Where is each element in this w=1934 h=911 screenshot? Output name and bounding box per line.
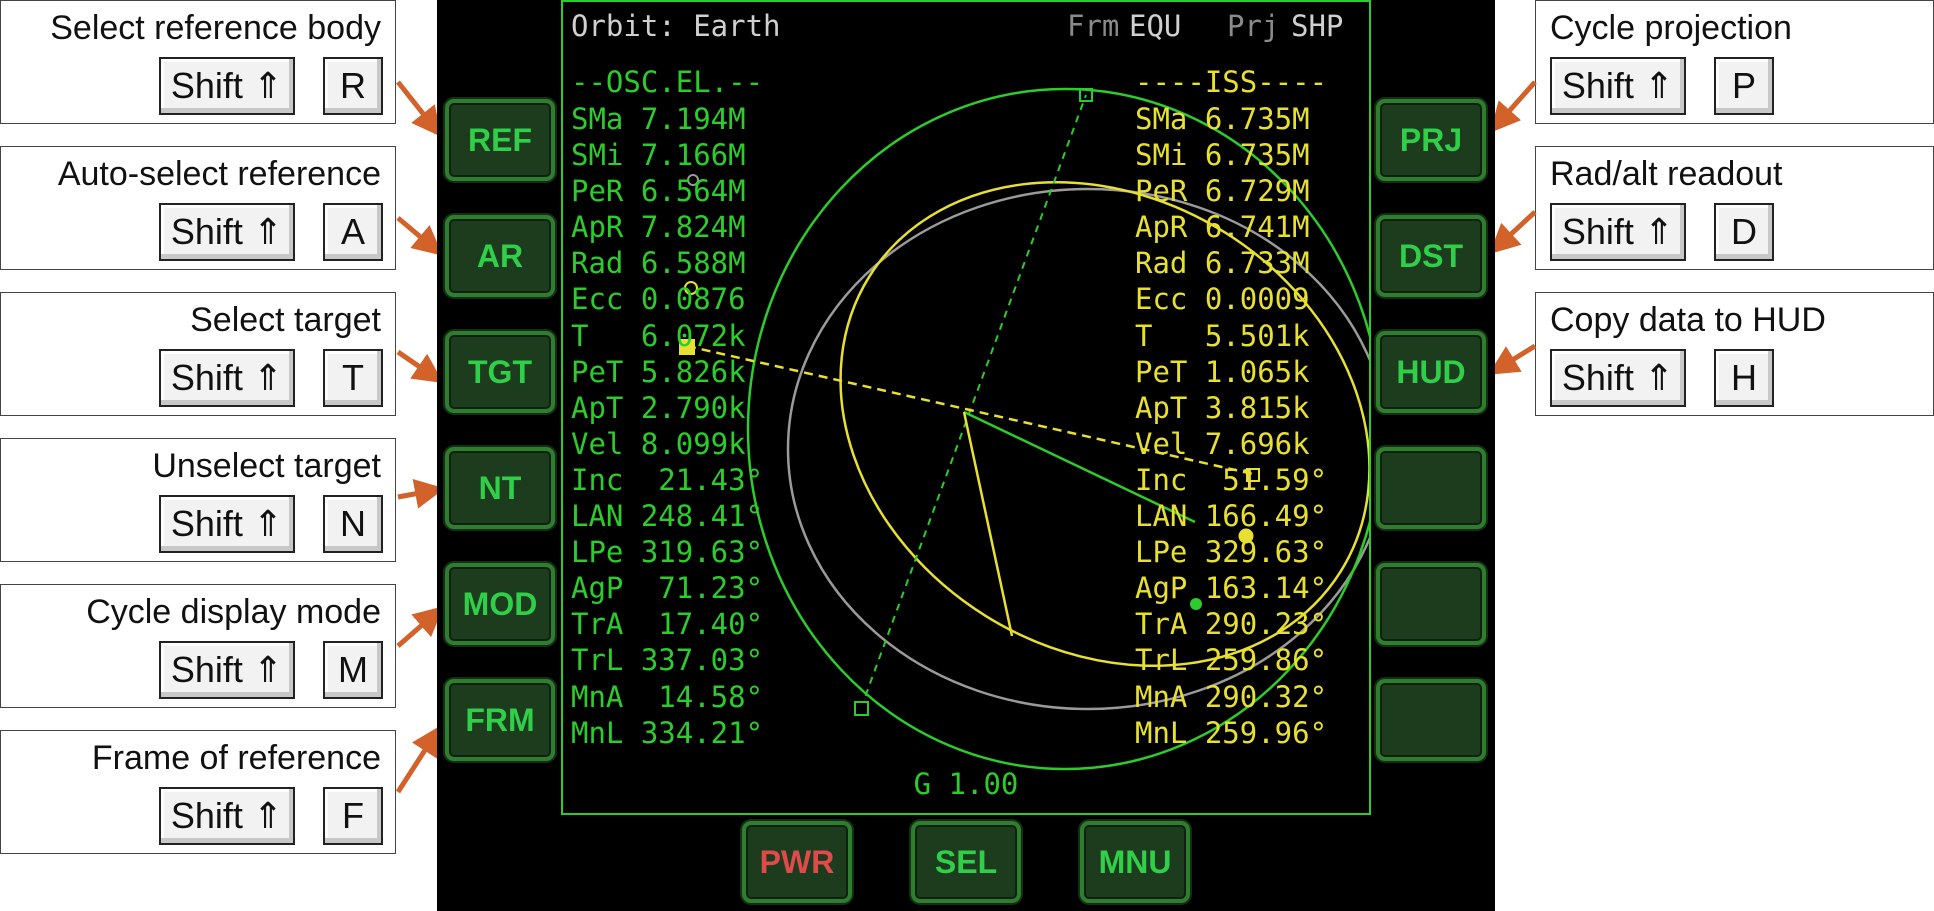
target-row: T 5.501k: [1135, 318, 1310, 353]
target-row: LAN 166.49°: [1135, 499, 1328, 534]
sel-button[interactable]: SEL: [911, 821, 1021, 903]
target-row: TrA 290.23°: [1135, 607, 1328, 642]
osc-row: Rad 6.588M: [571, 246, 746, 281]
arrow-frm: [395, 725, 441, 794]
blank-button-6[interactable]: [1376, 679, 1486, 761]
mfd-panel: REF AR TGT NT MOD FRM PRJ DST HUD PWR SE…: [437, 0, 1495, 911]
prj-button[interactable]: PRJ: [1376, 99, 1486, 181]
osc-row: MnL 334.21°: [571, 715, 764, 750]
osc-row: Ecc 0.0876: [571, 282, 746, 317]
blank-button-5[interactable]: [1376, 563, 1486, 645]
ar-button[interactable]: AR: [445, 215, 555, 297]
osc-row: SMa 7.194M: [571, 102, 746, 136]
orbit-title: Orbit: Earth: [571, 9, 781, 43]
tgt-button[interactable]: TGT: [445, 331, 555, 413]
target-row: LPe 329.63°: [1135, 535, 1328, 570]
mfd-screen: Orbit: Earth Frm EQU Prj SHP --OSC.EL.--…: [561, 0, 1371, 815]
arrow-dst: [1489, 210, 1537, 255]
frame-value: EQU: [1129, 9, 1182, 43]
osc-row: LPe 319.63°: [571, 535, 764, 570]
dst-button[interactable]: DST: [1376, 215, 1486, 297]
osc-row: TrA 17.40°: [571, 607, 764, 642]
frm-button[interactable]: FRM: [445, 679, 555, 761]
target-row: SMa 6.735M: [1135, 102, 1310, 136]
target-row: Inc 51.59°: [1135, 462, 1328, 497]
arrow-hud: [1488, 343, 1537, 375]
osc-row: T 6.072k: [571, 318, 746, 353]
arrow-prj: [1490, 80, 1537, 133]
blank-button-4[interactable]: [1376, 447, 1486, 529]
mod-button[interactable]: MOD: [445, 563, 555, 645]
osc-row: TrL 337.03°: [571, 643, 764, 678]
osc-elements-list: SMa 7.194M SMi 7.166M PeR 6.564M ApR 7.8…: [571, 101, 763, 751]
arrow-tgt: [396, 349, 444, 384]
target-row: ApR 6.741M: [1135, 210, 1310, 245]
osc-row: Inc 21.43°: [571, 462, 764, 497]
nt-button[interactable]: NT: [445, 447, 555, 529]
projection-label: Prj: [1227, 9, 1280, 43]
osc-row: SMi 7.166M: [571, 138, 746, 173]
osc-row: Vel 8.099k: [571, 426, 746, 461]
osc-row: LAN 248.41°: [571, 499, 764, 534]
target-row: MnA 290.32°: [1135, 679, 1328, 714]
osc-elements-header: --OSC.EL.--: [571, 65, 764, 99]
projection-value: SHP: [1291, 9, 1344, 43]
target-row: PeT 1.065k: [1135, 354, 1310, 389]
target-header: ----ISS----: [1135, 65, 1328, 99]
target-radius-line: [962, 411, 1014, 637]
target-elements-list: SMa 6.735M SMi 6.735M PeR 6.729M ApR 6.7…: [1135, 101, 1327, 751]
target-row: SMi 6.735M: [1135, 138, 1310, 173]
osc-row: ApT 2.790k: [571, 390, 746, 425]
mnu-button[interactable]: MNU: [1080, 821, 1190, 903]
arrow-nt: [397, 479, 445, 509]
hud-button[interactable]: HUD: [1376, 331, 1486, 413]
ref-button[interactable]: REF: [445, 99, 555, 181]
target-row: TrL 259.86°: [1135, 643, 1328, 678]
arrow-ref: [396, 80, 442, 138]
target-row: PeR 6.729M: [1135, 174, 1310, 209]
osc-row: PeT 5.826k: [571, 354, 746, 389]
osc-row: MnA 14.58°: [571, 679, 764, 714]
target-row: MnL 259.96°: [1135, 715, 1328, 750]
osc-row: PeR 6.564M: [571, 174, 746, 209]
target-row: ApT 3.815k: [1135, 390, 1310, 425]
descending-node-marker: [854, 701, 869, 716]
node-line: [860, 94, 1087, 709]
target-row: AgP 163.14°: [1135, 571, 1328, 606]
time-acceleration: G 1.00: [913, 767, 1019, 801]
osc-row: ApR 7.824M: [571, 210, 746, 245]
arrow-ar: [396, 216, 443, 256]
target-row: Ecc 0.0009: [1135, 282, 1310, 317]
target-row: Vel 7.696k: [1135, 426, 1310, 461]
pwr-button[interactable]: PWR: [742, 821, 852, 903]
osc-row: AgP 71.23°: [571, 571, 764, 606]
arrow-mod: [396, 606, 444, 648]
frame-label: Frm: [1067, 9, 1120, 43]
target-row: Rad 6.733M: [1135, 246, 1310, 281]
